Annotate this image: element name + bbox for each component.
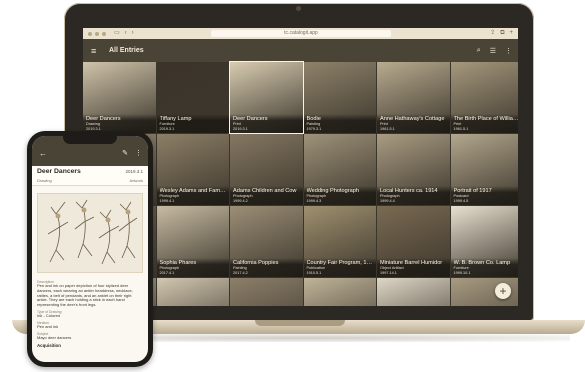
entry-category[interactable]: Artwork [129,178,143,183]
entry-id: 2019.3.1 [159,126,175,131]
entry-tile[interactable]: Anne Hathaway's Cottage Print 1961.5.1 [377,62,450,133]
scene: ▭ ‹ › tc.catalogit.app ⇪ ⧉ + ≡ All Entri… [0,0,585,372]
entry-id: 2017.4.2 [233,270,248,275]
entry-tile[interactable] [156,278,229,306]
view-list-icon[interactable]: ☰ [490,47,496,55]
sidebar-toggle-icon[interactable]: ▭ [114,28,120,39]
entry-id: 1979.3.1 [306,126,322,131]
entry-caption: Bodie Painting 1979.3.1 [303,113,376,133]
entry-tile[interactable]: Local Hunters ca. 1914 Photograph 1999.4.4 [377,134,450,205]
entry-caption: Country Fair Program, 1910 Publication 191… [303,257,376,277]
back-icon[interactable]: ‹ [125,28,127,39]
entry-caption: Wedding Photograph Photograph 1999.4.3 [303,185,376,205]
tabs-icon[interactable]: ⧉ [500,28,504,39]
entry-tile[interactable]: Country Fair Program, 1910 Publication 191… [303,206,376,277]
entry-id: 2017.4.1 [159,270,175,275]
entry-tile[interactable]: Wedding Photograph Photograph 1999.4.3 [303,134,376,205]
new-tab-icon[interactable]: + [509,28,513,39]
entry-caption: The Birth Place of William S...Print1961… [450,113,519,133]
description-text: Pen and ink on paper depiction of four s… [37,283,133,308]
entry-id: 1999.4.2 [233,198,248,203]
entry-caption: Sophia Phares Photograph 2017.4.1 [156,257,229,277]
entry-tile[interactable]: Portrait of 1917 Postcard 1999.4.5 [450,134,518,205]
entry-id: 1961.5.1 [380,126,395,131]
subject-value[interactable]: Mayo deer dancers [37,335,143,341]
entry-tile[interactable]: Tiffany Lamp Furniture 2019.3.1 [156,62,229,133]
deer-dancers-drawing [47,199,138,265]
entry-id: 1999.10.1 [453,270,471,275]
share-icon[interactable]: ⇪ [490,28,495,39]
menu-icon[interactable]: ≡ [91,46,101,56]
entry-tile[interactable]: W. B. Brown Co. Lamp Furniture 1999.10.1 [450,206,518,277]
entry-id: 1910.5.1 [306,270,322,275]
entry-tile[interactable] [230,278,303,306]
search-icon[interactable]: ⌕ [477,47,481,55]
edit-icon[interactable]: ✎ [122,149,128,157]
phone-notch [63,136,117,144]
entry-caption: Tiffany Lamp Furniture 2019.3.1 [156,113,229,133]
entry-id: 2019.3.1 [233,126,248,131]
entry-tile[interactable]: Deer Dancers Print 2019.3.1 [229,61,304,134]
drawing-type-value[interactable]: Ink - Colored [37,313,143,319]
window-controls [88,31,106,36]
entry-tile[interactable] [377,278,450,306]
entry-id: 1999.4.1 [159,198,175,203]
phone-screen: ← ✎ ⋮ Deer Dancers 2019.3.1 Drawing Artw… [32,136,148,362]
entry-thumbnail [156,278,229,306]
entry-tile[interactable]: Miniature Barrel Humidor Object Artifact 1… [377,206,450,277]
entry-tile[interactable]: Adams Children and Cow Photograph 1999.4.2 [230,134,303,205]
entry-caption: Miniature Barrel Humidor Object Artifact 1… [377,257,450,277]
entry-id: 1999.4.4 [380,198,395,203]
entry-type: Drawing [37,178,52,183]
forward-icon[interactable]: › [132,28,134,39]
entry-thumbnail [303,278,376,306]
entry-caption: W. B. Brown Co. Lamp Furniture 1999.10.1 [450,257,518,277]
browser-toolbar: ▭ ‹ › tc.catalogit.app ⇪ ⧉ + [83,28,518,39]
entry-tile[interactable] [303,278,376,306]
entry-image[interactable] [37,193,143,273]
minimize-dot-icon[interactable] [95,31,99,36]
more-vert-icon[interactable]: ⋮ [135,149,142,157]
entry-thumbnail [230,278,303,306]
more-vert-icon[interactable]: ⋮ [505,47,512,55]
entry-thumbnail [377,278,450,306]
entry-details: Description Pen and ink on paper depicti… [37,278,143,348]
add-entry-button[interactable]: + [495,283,511,299]
entry-tile[interactable]: Wesley Adams and Family o...Photograph19… [156,134,229,205]
page-title: All Entries [109,47,144,54]
entry-id: 1997.14.1 [380,270,397,275]
entry-title: The Birth Place of William S... [453,115,519,122]
entry-caption: Wesley Adams and Family o...Photograph19… [156,185,229,205]
entry-caption: California Poppies Painting 2017.4.2 [230,257,303,277]
entry-caption: Deer Dancers Print 2019.3.1 [230,113,303,133]
entry-date: 2019.3.1 [125,169,143,174]
entry-tile[interactable]: Deer Dancers Drawing 2019.3.1 [83,62,156,133]
entry-tile[interactable]: Bodie Painting 1979.3.1 [303,62,376,133]
medium-value[interactable]: Pen and ink [37,324,143,330]
entry-caption: Local Hunters ca. 1914 Photograph 1999.4.4 [377,185,450,205]
entry-tile[interactable]: The Birth Place of William S...Print1961… [450,62,519,133]
entry-title: Deer Dancers [37,168,81,175]
back-arrow-icon[interactable]: ← [39,149,47,158]
acquisition-heading: Acquisition [37,343,61,349]
entry-id: 1961.5.1 [453,126,469,131]
entry-id: 1999.4.5 [453,198,469,203]
entry-id: 1999.4.3 [306,198,322,203]
phone-app-bar: ← ✎ ⋮ [32,144,148,166]
app-bar: ≡ All Entries ⌕ ☰ ⋮ [83,39,518,62]
laptop-notch [255,320,345,326]
address-bar[interactable]: tc.catalogit.app [211,30,391,37]
entry-caption: Anne Hathaway's Cottage Print 1961.5.1 [377,113,450,133]
maximize-dot-icon[interactable] [102,31,106,36]
close-dot-icon[interactable] [88,31,92,36]
entry-header: Deer Dancers 2019.3.1 Drawing Artwork [32,166,148,186]
entry-caption: Portrait of 1917 Postcard 1999.4.5 [450,185,518,205]
entry-title: Anne Hathaway's Cottage [380,115,445,122]
entry-tile[interactable]: Sophia Phares Photograph 2017.4.1 [156,206,229,277]
camera-icon [296,6,301,11]
entry-caption: Adams Children and Cow Photograph 1999.4.2 [230,185,303,205]
entry-tile[interactable]: California Poppies Painting 2017.4.2 [230,206,303,277]
